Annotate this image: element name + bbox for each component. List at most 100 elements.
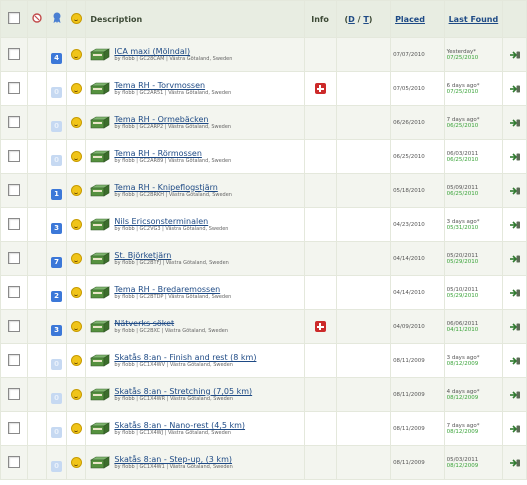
disabled-cell xyxy=(26,71,48,106)
placed-date: 08/11/2009 xyxy=(390,343,445,378)
row-checkbox[interactable] xyxy=(7,456,20,468)
cache-name-link[interactable]: Nils Ericsonsterminalen xyxy=(114,217,228,227)
cache-owner-info: by flobb | GC2BXC | Västra Götaland, Swe… xyxy=(114,328,228,335)
send-to-gps-cell[interactable] xyxy=(502,241,527,276)
send-to-gps-cell[interactable] xyxy=(502,445,527,480)
row-checkbox-cell[interactable] xyxy=(0,411,28,446)
cache-name-link[interactable]: Skatås 8:an - Finish and rest (8 km) xyxy=(114,353,256,363)
dt-cell xyxy=(335,411,392,446)
send-to-gps-cell[interactable] xyxy=(502,139,527,174)
cache-name-link[interactable]: Tema RH - Ormebäcken xyxy=(114,115,231,125)
last-found-sort-link[interactable]: Last Found xyxy=(449,15,499,24)
favorite-badge: 4 xyxy=(51,53,63,64)
info-cell xyxy=(303,105,337,140)
smiley-cell xyxy=(65,411,87,446)
traditional-cache-icon xyxy=(90,388,111,401)
disabled-header-icon xyxy=(26,0,48,38)
send-to-gps-icon[interactable] xyxy=(509,186,521,196)
last-found-date: 08/12/2009 xyxy=(446,360,479,367)
send-to-gps-cell[interactable] xyxy=(502,105,527,140)
send-to-gps-icon[interactable] xyxy=(509,390,521,400)
row-checkbox-cell[interactable] xyxy=(0,105,28,140)
send-to-gps-icon[interactable] xyxy=(509,288,521,298)
row-checkbox-cell[interactable] xyxy=(0,343,28,378)
send-to-gps-icon[interactable] xyxy=(509,322,521,332)
placed-sort-link[interactable]: Placed xyxy=(395,15,425,24)
description-cell: Nils Ericsonsterminalen by flobb | GC2VG… xyxy=(85,207,305,242)
row-checkbox[interactable] xyxy=(7,286,20,298)
send-to-gps-icon[interactable] xyxy=(509,424,521,434)
send-to-gps-cell[interactable] xyxy=(502,207,527,242)
cache-row: 4 ICA maxi (Mölndal) by flobb | GC28CAM … xyxy=(0,37,527,72)
dt-cell xyxy=(335,241,392,276)
send-to-gps-cell[interactable] xyxy=(502,377,527,412)
row-checkbox[interactable] xyxy=(7,354,20,366)
smiley-icon xyxy=(70,423,82,434)
row-checkbox-cell[interactable] xyxy=(0,173,28,208)
cache-name-link[interactable]: Nätverks söket xyxy=(114,319,228,329)
send-to-gps-icon[interactable] xyxy=(509,118,521,128)
description-cell: Tema RH - Ormebäcken by flobb | GC2ARP2 … xyxy=(85,105,305,140)
send-to-gps-icon[interactable] xyxy=(509,152,521,162)
last-found-cell: 06/06/2011 04/11/2010 xyxy=(443,309,504,344)
row-checkbox[interactable] xyxy=(7,218,20,230)
send-to-gps-icon[interactable] xyxy=(509,220,521,230)
select-all-checkbox[interactable] xyxy=(7,12,20,24)
select-all-checkbox-cell[interactable] xyxy=(0,0,28,38)
send-to-gps-cell[interactable] xyxy=(502,71,527,106)
row-checkbox[interactable] xyxy=(7,48,20,60)
row-checkbox-cell[interactable] xyxy=(0,139,28,174)
cache-name-link[interactable]: Skatås 8:an - Step-up, (3 km) xyxy=(114,455,232,465)
row-checkbox-cell[interactable] xyxy=(0,207,28,242)
placed-header: Placed xyxy=(390,0,445,38)
traditional-cache-icon xyxy=(90,48,111,61)
send-to-gps-icon[interactable] xyxy=(509,50,521,60)
disabled-cell xyxy=(26,445,48,480)
row-checkbox[interactable] xyxy=(7,82,20,94)
row-checkbox[interactable] xyxy=(7,184,20,196)
send-to-gps-cell[interactable] xyxy=(502,173,527,208)
send-to-gps-icon[interactable] xyxy=(509,458,521,468)
cache-name-link[interactable]: Tema RH - Knipeflogstjärn xyxy=(114,183,232,193)
traditional-cache-icon xyxy=(90,252,111,265)
cache-row: 0 Tema RH - Ormebäcken by flobb | GC2ARP… xyxy=(0,105,527,140)
send-to-gps-icon[interactable] xyxy=(509,254,521,264)
send-to-gps-cell[interactable] xyxy=(502,343,527,378)
arrow-header xyxy=(502,0,527,38)
cache-name-link[interactable]: ICA maxi (Mölndal) xyxy=(114,47,232,57)
last-found-date: 04/11/2010 xyxy=(446,326,479,333)
cache-name-link[interactable]: Skatås 8:an - Stretching (7,05 km) xyxy=(114,387,252,397)
difficulty-sort-link[interactable]: D xyxy=(348,15,355,24)
info-cell xyxy=(303,445,337,480)
dt-header: (D / T) xyxy=(335,0,392,38)
send-to-gps-cell[interactable] xyxy=(502,411,527,446)
send-to-gps-cell[interactable] xyxy=(502,309,527,344)
row-checkbox[interactable] xyxy=(7,388,20,400)
cache-name-link[interactable]: Tema RH - Torvmossen xyxy=(114,81,231,91)
last-found-date: 08/12/2009 xyxy=(446,428,479,435)
cache-name-link[interactable]: St. Björketjärn xyxy=(114,251,228,261)
row-checkbox-cell[interactable] xyxy=(0,445,28,480)
send-to-gps-cell[interactable] xyxy=(502,37,527,72)
cache-name-link[interactable]: Skatås 8:an - Nano-rest (4,5 km) xyxy=(114,421,245,431)
disabled-cell xyxy=(26,309,48,344)
row-checkbox[interactable] xyxy=(7,150,20,162)
terrain-sort-link[interactable]: T xyxy=(363,15,368,24)
row-checkbox-cell[interactable] xyxy=(0,241,28,276)
send-to-gps-icon[interactable] xyxy=(509,84,521,94)
row-checkbox[interactable] xyxy=(7,320,20,332)
send-to-gps-icon[interactable] xyxy=(509,356,521,366)
row-checkbox-cell[interactable] xyxy=(0,71,28,106)
row-checkbox[interactable] xyxy=(7,116,20,128)
cache-name-link[interactable]: Tema RH - Bredaremossen xyxy=(114,285,231,295)
row-checkbox-cell[interactable] xyxy=(0,275,28,310)
row-checkbox-cell[interactable] xyxy=(0,377,28,412)
description-cell: Skatås 8:an - Nano-rest (4,5 km) by flob… xyxy=(85,411,305,446)
cache-name-link[interactable]: Tema RH - Rörmossen xyxy=(114,149,231,159)
row-checkbox-cell[interactable] xyxy=(0,309,28,344)
info-header: Info xyxy=(303,0,337,38)
send-to-gps-cell[interactable] xyxy=(502,275,527,310)
row-checkbox[interactable] xyxy=(7,422,20,434)
row-checkbox[interactable] xyxy=(7,252,20,264)
row-checkbox-cell[interactable] xyxy=(0,37,28,72)
